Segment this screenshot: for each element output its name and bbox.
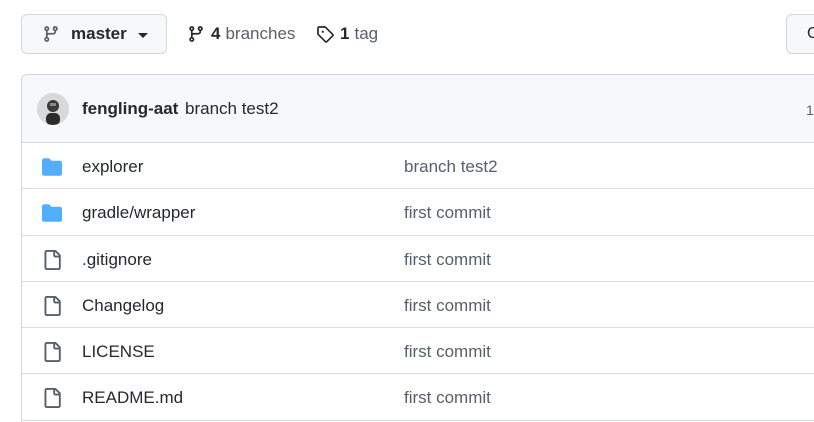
git-branch-icon (187, 25, 205, 43)
tags-count: 1 (340, 24, 350, 43)
file-row[interactable]: LICENSE first commit (22, 328, 814, 375)
folder-icon (42, 157, 62, 177)
tags-label: tag (354, 24, 379, 43)
file-row[interactable]: explorer branch test2 (22, 143, 814, 190)
file-icon (42, 249, 62, 270)
file-commit-message-link[interactable]: first commit (404, 296, 491, 316)
latest-commit-bar: fengling-aat branch test2 1 (22, 75, 814, 143)
file-name-link[interactable]: .gitignore (82, 250, 152, 270)
branch-selector-label: master (71, 24, 127, 43)
commit-author-link[interactable]: fengling-aat (82, 99, 178, 119)
file-list: fengling-aat branch test2 1 explorer bran… (21, 74, 814, 422)
branch-selector-button[interactable]: master (21, 14, 167, 54)
file-commit-message-link[interactable]: first commit (404, 388, 491, 408)
file-commit-message-link[interactable]: first commit (404, 250, 491, 270)
commit-meta: 1 (806, 102, 814, 118)
file-row[interactable]: Changelog first commit (22, 282, 814, 329)
file-name-link[interactable]: gradle/wrapper (82, 203, 195, 223)
branches-label: branches (225, 24, 296, 43)
repo-file-browser: master 4 branches 1 tag C fengling-aat b… (0, 0, 814, 422)
folder-icon (42, 203, 62, 223)
code-button[interactable]: C (786, 14, 814, 54)
avatar[interactable] (37, 93, 69, 125)
file-row[interactable]: gradle/wrapper first commit (22, 189, 814, 236)
tags-link[interactable]: 1 tag (316, 22, 378, 46)
file-row[interactable]: README.md first commit (22, 374, 814, 421)
file-icon (42, 295, 62, 316)
file-name-link[interactable]: explorer (82, 157, 143, 177)
code-button-label: C (807, 25, 814, 42)
file-icon (42, 342, 62, 363)
commit-message-link[interactable]: branch test2 (185, 99, 279, 119)
tag-icon (316, 25, 334, 43)
file-name-link[interactable]: Changelog (82, 296, 164, 316)
file-commit-message-link[interactable]: first commit (404, 342, 491, 362)
file-icon (42, 388, 62, 409)
file-name-link[interactable]: LICENSE (82, 342, 155, 362)
branches-link[interactable]: 4 branches (187, 22, 295, 46)
file-name-link[interactable]: README.md (82, 388, 183, 408)
file-row[interactable]: .gitignore first commit (22, 236, 814, 282)
file-commit-message-link[interactable]: first commit (404, 203, 491, 223)
caret-down-icon (137, 32, 148, 38)
branches-count: 4 (211, 24, 221, 43)
file-commit-message-link[interactable]: branch test2 (404, 157, 498, 177)
git-branch-icon (42, 25, 60, 43)
